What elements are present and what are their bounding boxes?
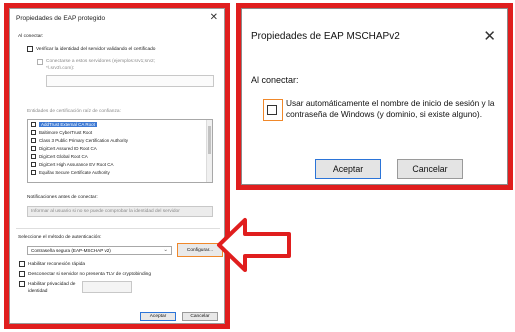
list-scrollbar[interactable] bbox=[206, 120, 212, 182]
arrow-shape bbox=[217, 218, 291, 272]
cert-checkbox[interactable] bbox=[31, 122, 36, 128]
list-item[interactable]: Class 3 Public Primary Certification Aut… bbox=[31, 138, 128, 145]
list-item[interactable]: Equifax Secure Certificate Authority bbox=[31, 170, 110, 177]
fast-reconnect-checkbox[interactable] bbox=[19, 261, 25, 267]
right-highlight-frame: Propiedades de EAP MSCHAPv2 ✕ Al conecta… bbox=[236, 3, 513, 190]
disconnect-tlv-checkbox[interactable] bbox=[19, 271, 25, 277]
cert-checkbox[interactable] bbox=[31, 170, 36, 176]
mschapv2-properties-dialog: Propiedades de EAP MSCHAPv2 ✕ Al conecta… bbox=[241, 8, 508, 185]
list-item[interactable]: AddTrust External CA Root bbox=[31, 122, 97, 129]
identity-privacy-checkbox[interactable] bbox=[19, 281, 25, 287]
connect-section-label: Al conectar: bbox=[18, 34, 44, 39]
use-windows-credentials-label: Usar automáticamente el nombre de inicio… bbox=[286, 98, 495, 119]
notifications-label: Notificaciones antes de conectar: bbox=[27, 195, 98, 200]
notification-select[interactable]: Informar al usuario si no se puede compr… bbox=[27, 206, 213, 217]
disconnect-tlv-label: Desconectar si servidor no presenta TLV … bbox=[28, 272, 152, 277]
identity-privacy-label: Habilitar privacidad de bbox=[28, 282, 76, 287]
fast-reconnect-label: Habilitar reconexión rápida bbox=[28, 262, 86, 267]
when-connecting-label: Al conectar: bbox=[251, 75, 299, 85]
auth-method-select[interactable]: Contraseña segura (EAP-MSCHAP v2) ⌄ bbox=[27, 246, 172, 255]
list-item[interactable]: DigiCert High Assurance EV Root CA bbox=[31, 162, 114, 169]
divider bbox=[16, 228, 220, 229]
dialog-title: Propiedades de EAP MSCHAPv2 bbox=[251, 31, 400, 42]
scrollbar-thumb[interactable] bbox=[208, 126, 211, 154]
auth-method-value: Contraseña segura (EAP-MSCHAP v2) bbox=[31, 248, 111, 253]
cert-list[interactable]: AddTrust External CA Root Baltimore Cybe… bbox=[27, 119, 213, 183]
auth-method-label: Seleccione el método de autenticación: bbox=[18, 235, 102, 240]
identity-privacy-label-2: identidad bbox=[28, 289, 48, 294]
trusted-roots-label: Entidades de certificación raíz de confi… bbox=[27, 109, 121, 114]
close-icon[interactable]: ✕ bbox=[210, 12, 218, 23]
list-item[interactable]: DigiCert Assured ID Root CA bbox=[31, 146, 97, 153]
chevron-down-icon: ⌄ bbox=[163, 247, 168, 253]
dialog-title: Propiedades de EAP protegido bbox=[16, 15, 106, 22]
red-arrow-icon bbox=[217, 218, 291, 272]
list-item[interactable]: Baltimore CyberTrust Root bbox=[31, 130, 92, 137]
cert-checkbox[interactable] bbox=[31, 162, 36, 168]
cert-checkbox[interactable] bbox=[31, 154, 36, 160]
accept-button[interactable]: Aceptar bbox=[140, 312, 176, 321]
verify-identity-label: Verificar la identidad del servidor vali… bbox=[36, 47, 156, 52]
cert-checkbox[interactable] bbox=[31, 138, 36, 144]
notification-value: Informar al usuario si no se puede compr… bbox=[31, 209, 180, 214]
accept-button[interactable]: Aceptar bbox=[315, 159, 381, 179]
cancel-button[interactable]: Cancelar bbox=[397, 159, 463, 179]
list-item[interactable]: DigiCert Global Root CA bbox=[31, 154, 88, 161]
cert-checkbox[interactable] bbox=[31, 146, 36, 152]
servers-input[interactable] bbox=[46, 75, 214, 87]
connect-servers-label: Conectarse a estos servidores (ejemplos:… bbox=[46, 59, 156, 64]
peap-properties-dialog: Propiedades de EAP protegido ✕ Al conect… bbox=[9, 8, 225, 324]
connect-servers-checkbox[interactable] bbox=[37, 59, 43, 65]
connect-servers-label-2: *\.srv3\.com): bbox=[46, 66, 75, 71]
left-highlight-frame: Propiedades de EAP protegido ✕ Al conect… bbox=[4, 3, 230, 329]
identity-privacy-input[interactable] bbox=[82, 281, 132, 293]
use-windows-credentials-checkbox[interactable] bbox=[267, 105, 277, 115]
cert-checkbox[interactable] bbox=[31, 130, 36, 136]
close-icon[interactable]: ✕ bbox=[483, 27, 496, 45]
cancel-button[interactable]: Cancelar bbox=[182, 312, 218, 321]
verify-identity-checkbox[interactable] bbox=[27, 46, 33, 52]
